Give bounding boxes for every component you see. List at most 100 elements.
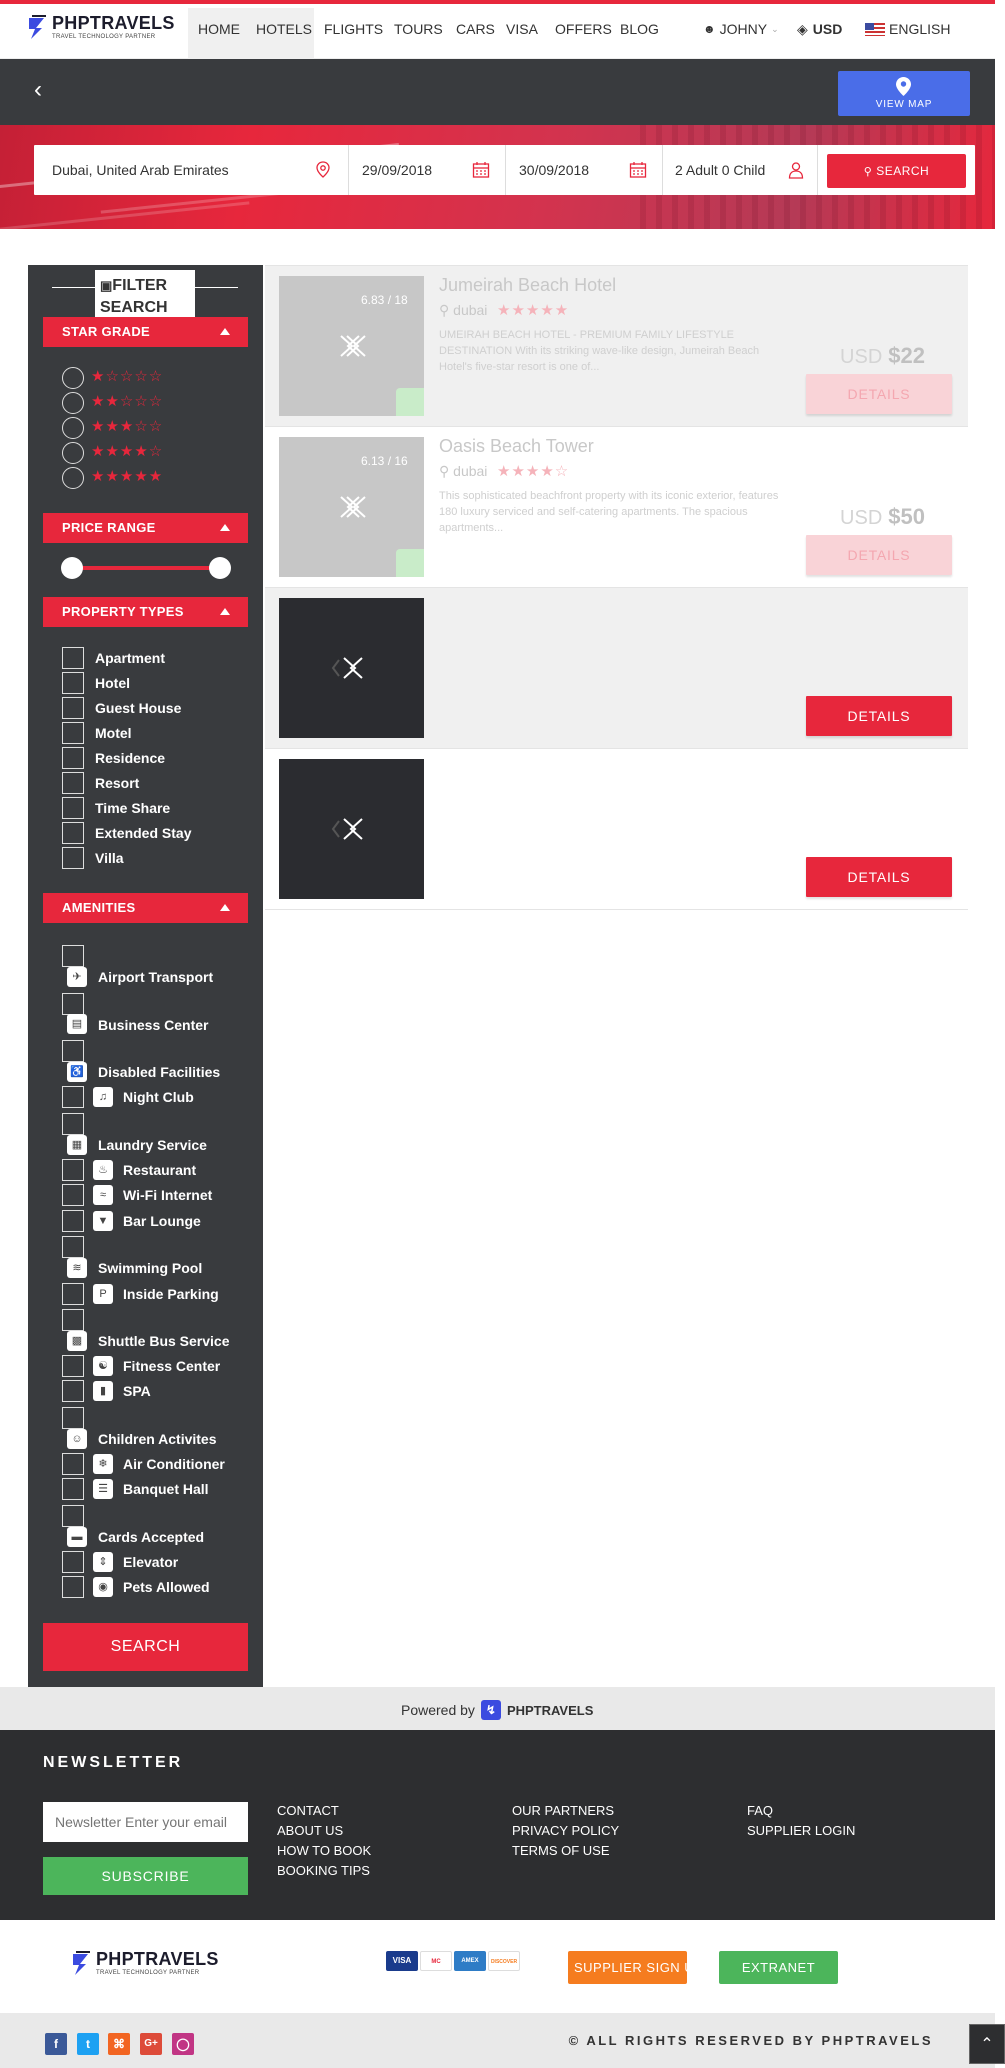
amenity-cards-accepted-checkbox[interactable] [62, 1505, 84, 1527]
property-apartment-checkbox[interactable] [62, 647, 84, 669]
hotel-description: UMEIRAH BEACH HOTEL - PREMIUM FAMILY LIF… [439, 329, 760, 373]
amenity-shuttle-bus-service-checkbox[interactable] [62, 1309, 84, 1331]
details-button[interactable]: DETAILS [806, 535, 952, 575]
property-hotel-checkbox[interactable] [62, 672, 84, 694]
amenity-banquet-hall-checkbox[interactable] [62, 1478, 84, 1500]
amenity-label: Laundry Service [98, 1137, 207, 1153]
back-to-top-button[interactable]: ⌃ [969, 2024, 1005, 2064]
price-range-header[interactable]: PRICE RANGE [43, 513, 248, 543]
property-time-share-checkbox[interactable] [62, 797, 84, 819]
checkout-input[interactable]: 30/09/2018 [506, 145, 663, 195]
amex-card-icon: AMEX [454, 1951, 486, 1971]
amenity-night-club-checkbox[interactable] [62, 1086, 84, 1108]
footer-link-supplier-login[interactable]: SUPPLIER LOGIN [747, 1823, 855, 1838]
price-range-max-handle[interactable] [209, 557, 231, 579]
hotel-thumbnail[interactable] [279, 759, 424, 899]
nav-hotels[interactable]: HOTELS [256, 21, 312, 37]
property-villa-checkbox[interactable] [62, 847, 84, 869]
footer-link-faq[interactable]: FAQ [747, 1803, 773, 1818]
property-extended-stay-checkbox[interactable] [62, 822, 84, 844]
currency-selector[interactable]: ◈ USD [797, 21, 842, 38]
checkin-input[interactable]: 29/09/2018 [349, 145, 506, 195]
star-grade-2-radio[interactable] [62, 392, 84, 414]
star-grade-5-radio[interactable] [62, 467, 84, 489]
heart-icon[interactable] [396, 549, 424, 577]
user-menu[interactable]: ☻ JOHNY ⌄ [703, 21, 779, 37]
footer-link-our-partners[interactable]: OUR PARTNERS [512, 1803, 614, 1818]
nav-flights[interactable]: FLIGHTS [324, 21, 383, 37]
amenity-inside-parking-checkbox[interactable] [62, 1283, 84, 1305]
amenity-disabled-facilities-checkbox[interactable] [62, 1040, 84, 1062]
hotel-stars: ★★★★★ [497, 302, 570, 319]
amenity-air-conditioner-checkbox[interactable] [62, 1453, 84, 1475]
amenity-bar-lounge-checkbox[interactable] [62, 1210, 84, 1232]
details-button[interactable]: DETAILS [806, 374, 952, 414]
property-resort-checkbox[interactable] [62, 772, 84, 794]
amenity-wifi-internet-checkbox[interactable] [62, 1184, 84, 1206]
property-types-header[interactable]: PROPERTY TYPES [43, 597, 248, 627]
hotel-name[interactable]: Jumeirah Beach Hotel [439, 275, 616, 296]
amenity-children-activites-checkbox[interactable] [62, 1407, 84, 1429]
guests-input[interactable]: 2 Adult 0 Child [663, 145, 818, 195]
paw-icon: ◉ [93, 1577, 113, 1597]
nav-blog[interactable]: BLOG [620, 21, 659, 37]
footer-link-how-to-book[interactable]: HOW TO BOOK [277, 1843, 371, 1858]
star-grade-3-radio[interactable] [62, 417, 84, 439]
restaurant-icon: ♨ [93, 1160, 113, 1180]
newsletter-email-input[interactable] [43, 1802, 248, 1842]
amenity-laundry-service-checkbox[interactable] [62, 1113, 84, 1135]
amenity-label: Banquet Hall [123, 1481, 209, 1497]
footer-link-about-us[interactable]: ABOUT US [277, 1823, 343, 1838]
footer-link-booking-tips[interactable]: BOOKING TIPS [277, 1863, 370, 1878]
google-plus-icon[interactable]: G+ [140, 2033, 162, 2055]
subscribe-button[interactable]: SUBSCRIBE [43, 1857, 248, 1895]
details-button[interactable]: DETAILS [806, 696, 952, 736]
amenity-restaurant-checkbox[interactable] [62, 1159, 84, 1181]
sidebar-search-button[interactable]: SEARCH [43, 1623, 248, 1671]
amenities-header[interactable]: AMENITIES [43, 893, 248, 923]
supplier-signup-button[interactable]: SUPPLIER SIGN UP [568, 1951, 687, 1984]
map-pin-icon [896, 77, 911, 96]
rss-icon[interactable]: ⌘ [108, 2033, 130, 2055]
footer-brand-logo[interactable]: PHPTRAVELS TRAVEL TECHNOLOGY PARTNER [70, 1950, 219, 1976]
details-button[interactable]: DETAILS [806, 857, 952, 897]
footer-link-terms-of-use[interactable]: TERMS OF USE [512, 1843, 610, 1858]
child-icon: ☺ [67, 1429, 87, 1449]
amenity-spa-checkbox[interactable] [62, 1380, 84, 1402]
amenity-pets-allowed-checkbox[interactable] [62, 1576, 84, 1598]
star-grade-1-radio[interactable] [62, 367, 84, 389]
currency-label: USD [812, 21, 843, 37]
instagram-icon[interactable]: ◯ [172, 2033, 194, 2055]
search-button[interactable]: ⚲ SEARCH [827, 154, 966, 188]
amenity-elevator-checkbox[interactable] [62, 1551, 84, 1573]
property-residence-checkbox[interactable] [62, 747, 84, 769]
twitter-icon[interactable]: t [77, 2033, 99, 2055]
star-grade-4-radio[interactable] [62, 442, 84, 464]
hotel-name[interactable]: Oasis Beach Tower [439, 436, 594, 457]
location-input[interactable]: Dubai, United Arab Emirates [34, 145, 349, 195]
nav-cars[interactable]: CARS [456, 21, 495, 37]
amenity-business-center-checkbox[interactable] [62, 993, 84, 1015]
hotel-thumbnail[interactable] [279, 598, 424, 738]
amenity-fitness-center-checkbox[interactable] [62, 1355, 84, 1377]
footer-link-contact[interactable]: CONTACT [277, 1803, 339, 1818]
property-motel-checkbox[interactable] [62, 722, 84, 744]
nav-tours[interactable]: TOURS [394, 21, 443, 37]
price-range-track[interactable] [70, 566, 220, 570]
brand-logo[interactable]: PHPTRAVELS TRAVEL TECHNOLOGY PARTNER [26, 14, 175, 40]
star-grade-header[interactable]: STAR GRADE [43, 317, 248, 347]
heart-icon[interactable] [396, 388, 424, 416]
property-guest-house-checkbox[interactable] [62, 697, 84, 719]
amenity-airport-transport-checkbox[interactable] [62, 945, 84, 967]
facebook-icon[interactable]: f [45, 2033, 67, 2055]
nav-offers[interactable]: OFFERS [555, 21, 612, 37]
nav-visa[interactable]: VISA [506, 21, 538, 37]
back-arrow-icon[interactable]: ‹ [34, 78, 52, 102]
nav-home[interactable]: HOME [198, 21, 240, 37]
language-selector[interactable]: ENGLISH [865, 21, 950, 37]
amenity-swimming-pool-checkbox[interactable] [62, 1236, 84, 1258]
extranet-login-button[interactable]: EXTRANET LOGIN [719, 1951, 838, 2008]
price-range-min-handle[interactable] [61, 557, 83, 579]
footer-link-privacy-policy[interactable]: PRIVACY POLICY [512, 1823, 619, 1838]
view-map-button[interactable]: VIEW MAP [838, 71, 970, 116]
